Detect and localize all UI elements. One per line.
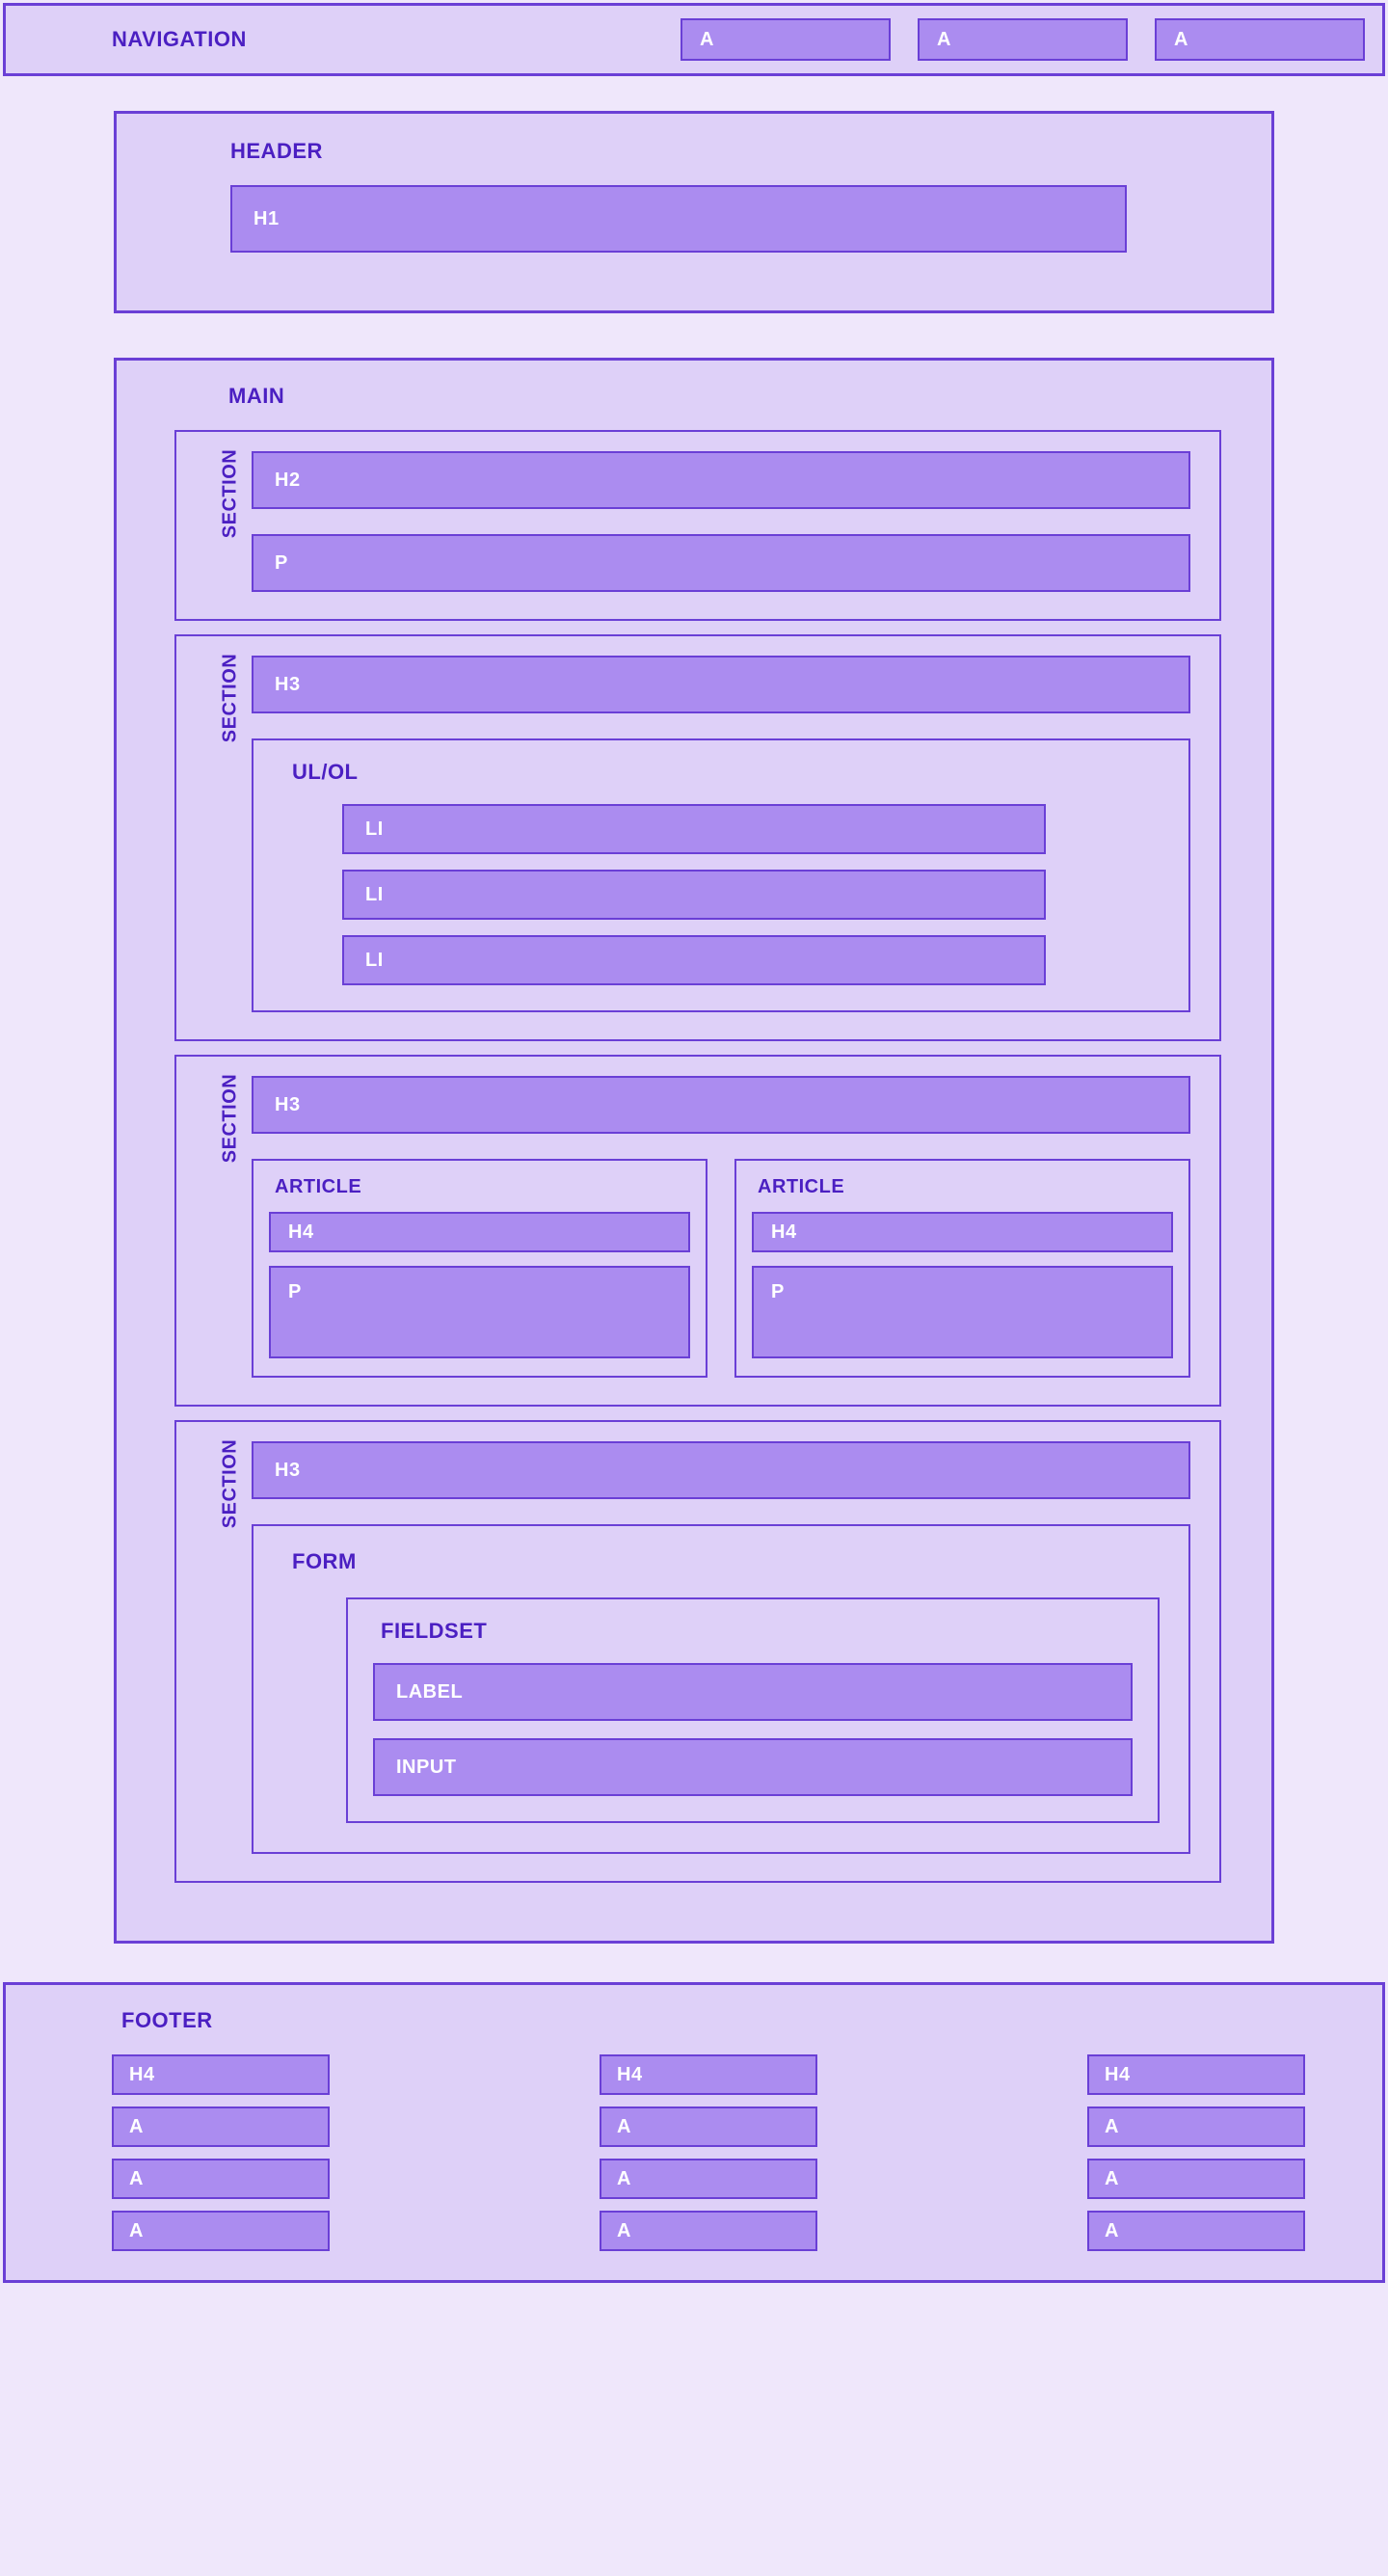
footer-column: H4 A A A <box>600 2054 817 2251</box>
footer-link[interactable]: A <box>1087 2211 1305 2251</box>
header-block: HEADER H1 <box>114 111 1274 313</box>
h1-element: H1 <box>230 185 1127 253</box>
footer-label: FOOTER <box>44 2008 1344 2033</box>
list-container: UL/OL LI LI LI <box>252 738 1190 1012</box>
navigation-label: NAVIGATION <box>112 27 247 52</box>
section-label: SECTION <box>220 654 242 742</box>
section-form: SECTION H3 FORM FIELDSET LABEL INPUT <box>174 1420 1221 1883</box>
article: ARTICLE H4 P <box>252 1159 707 1378</box>
nav-link[interactable]: A <box>918 18 1128 61</box>
h3-element: H3 <box>252 1441 1190 1499</box>
list-item: LI <box>342 935 1046 985</box>
navigation-bar: NAVIGATION A A A <box>3 3 1385 76</box>
h4-element: H4 <box>112 2054 330 2095</box>
form-label: FORM <box>282 1549 1160 1574</box>
footer-column: H4 A A A <box>1087 2054 1305 2251</box>
section-label: SECTION <box>220 1074 242 1163</box>
footer-link[interactable]: A <box>600 2106 817 2147</box>
section-intro: SECTION H2 P <box>174 430 1221 621</box>
list-item: LI <box>342 870 1046 920</box>
h4-element: H4 <box>600 2054 817 2095</box>
footer-link[interactable]: A <box>112 2211 330 2251</box>
footer-link[interactable]: A <box>112 2159 330 2199</box>
article-label: ARTICLE <box>269 1176 690 1198</box>
fieldset-label: FIELDSET <box>373 1619 1133 1644</box>
footer-link[interactable]: A <box>600 2159 817 2199</box>
p-element: P <box>252 534 1190 592</box>
section-articles: SECTION H3 ARTICLE H4 P ARTICLE H4 P <box>174 1055 1221 1407</box>
form-container: FORM FIELDSET LABEL INPUT <box>252 1524 1190 1854</box>
footer-link[interactable]: A <box>1087 2159 1305 2199</box>
section-list: SECTION H3 UL/OL LI LI LI <box>174 634 1221 1041</box>
p-element: P <box>269 1266 690 1358</box>
h3-element: H3 <box>252 656 1190 713</box>
ulol-label: UL/OL <box>279 760 1163 785</box>
h3-element: H3 <box>252 1076 1190 1134</box>
header-label: HEADER <box>144 139 1244 164</box>
h4-element: H4 <box>1087 2054 1305 2095</box>
footer-column: H4 A A A <box>112 2054 330 2251</box>
article-label: ARTICLE <box>752 1176 1173 1198</box>
footer-link[interactable]: A <box>600 2211 817 2251</box>
footer-columns: H4 A A A H4 A A A H4 A A A <box>44 2054 1344 2251</box>
main-label: MAIN <box>117 384 1271 409</box>
section-label: SECTION <box>220 449 242 538</box>
section-label: SECTION <box>220 1439 242 1528</box>
input-element[interactable]: INPUT <box>373 1738 1133 1796</box>
articles-row: ARTICLE H4 P ARTICLE H4 P <box>252 1159 1190 1378</box>
article: ARTICLE H4 P <box>734 1159 1190 1378</box>
h2-element: H2 <box>252 451 1190 509</box>
nav-links-group: A A A <box>681 18 1365 61</box>
footer-link[interactable]: A <box>1087 2106 1305 2147</box>
p-element: P <box>752 1266 1173 1358</box>
h4-element: H4 <box>269 1212 690 1252</box>
label-element: LABEL <box>373 1663 1133 1721</box>
fieldset: FIELDSET LABEL INPUT <box>346 1597 1160 1823</box>
h4-element: H4 <box>752 1212 1173 1252</box>
nav-link[interactable]: A <box>681 18 891 61</box>
list-item: LI <box>342 804 1046 854</box>
footer-link[interactable]: A <box>112 2106 330 2147</box>
footer-block: FOOTER H4 A A A H4 A A A H4 A A A <box>3 1982 1385 2283</box>
main-block: MAIN SECTION H2 P SECTION H3 UL/OL LI LI… <box>114 358 1274 1944</box>
nav-link[interactable]: A <box>1155 18 1365 61</box>
